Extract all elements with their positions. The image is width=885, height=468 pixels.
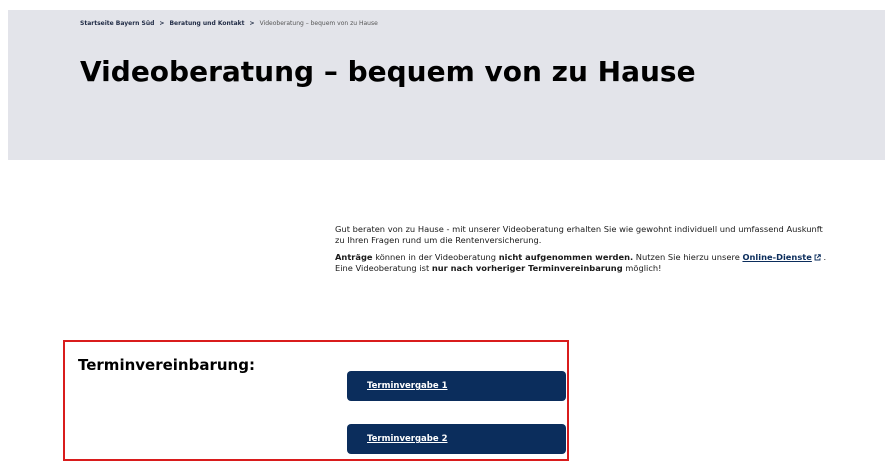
breadcrumb: Startseite Bayern Süd > Beratung und Konta… <box>80 19 378 28</box>
page-title: Videoberatung – bequem von zu Hause <box>80 55 696 88</box>
appointment-note: Eine Videoberatung ist nur nach vorherig… <box>335 263 830 274</box>
link-trailing-text: . <box>820 252 827 262</box>
appointment-note-bold: nur nach vorheriger Terminvereinbarung <box>431 263 623 273</box>
appointment-note-end: möglich! <box>622 263 662 273</box>
appointment-button-2[interactable]: Terminvergabe 2 <box>347 424 566 454</box>
breadcrumb-separator: > <box>159 20 165 27</box>
appointment-button-1[interactable]: Terminvergabe 1 <box>347 371 566 401</box>
breadcrumb-link-home[interactable]: Startseite Bayern Süd <box>80 20 154 27</box>
breadcrumb-link-beratung[interactable]: Beratung und Kontakt <box>169 20 244 27</box>
antraege-paragraph: Anträge können in der Videoberatung nich… <box>335 252 830 263</box>
intro-paragraph: Gut beraten von zu Hause - mit unserer V… <box>335 224 823 245</box>
breadcrumb-current: Videoberatung – bequem von zu Hause <box>259 20 378 27</box>
not-accepted-bold: nicht aufgenommen werden. <box>498 252 634 262</box>
appointment-note-text: Eine Videoberatung ist <box>335 263 432 273</box>
online-dienste-link[interactable]: Online-Dienste <box>742 252 811 262</box>
external-link-icon[interactable] <box>814 254 821 261</box>
intro-text: Gut beraten von zu Hause - mit unserer V… <box>335 224 830 274</box>
antraege-text: können in der Videoberatung <box>372 252 499 262</box>
online-hint-text: Nutzen Sie hierzu unsere <box>633 252 743 262</box>
page: Startseite Bayern Süd > Beratung und Konta… <box>0 0 885 468</box>
appointment-heading: Terminvereinbarung: <box>78 356 255 374</box>
antraege-bold: Anträge <box>335 252 373 262</box>
breadcrumb-separator: > <box>249 20 255 27</box>
page-header: Startseite Bayern Süd > Beratung und Konta… <box>8 10 885 160</box>
